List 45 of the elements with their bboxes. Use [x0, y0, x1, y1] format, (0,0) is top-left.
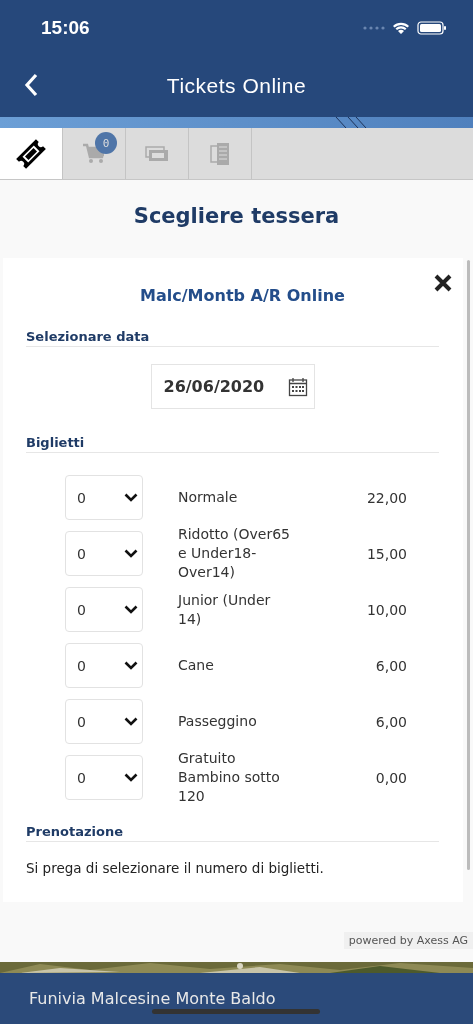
ticket-tab[interactable] [0, 128, 63, 179]
ticket-name: Normale [178, 488, 239, 507]
ticket-price: 6,00 [375, 713, 407, 730]
chevron-down-icon [124, 549, 138, 558]
quantity-select[interactable]: 0 [65, 699, 143, 744]
chevron-down-icon [124, 493, 138, 502]
powered-by-label: powered by Axess AG [343, 932, 473, 949]
card-title: Malc/Montb A/R Online [139, 286, 346, 305]
nav-title: Tickets Online [166, 74, 307, 98]
ticket-price: 22,00 [366, 489, 407, 506]
ticket-name: Junior (Under 14) [178, 590, 272, 629]
signal-icon [363, 24, 385, 31]
ticket-price: 15,00 [366, 545, 407, 562]
page-title: Scegliere tessera [132, 204, 341, 230]
receipt-icon [210, 141, 230, 166]
close-button[interactable] [434, 274, 452, 292]
ticket-price: 0,00 [375, 769, 407, 786]
quantity-select[interactable]: 0 [65, 587, 143, 632]
quantity-select[interactable]: 0 [65, 643, 143, 688]
section-heading: Prenotazione [26, 824, 439, 842]
calendar-icon [287, 376, 308, 397]
quantity-select[interactable]: 0 [65, 475, 143, 520]
ticket-name: Cane [178, 656, 215, 675]
ticket-name: Gratuito Bambino sotto 120 [178, 749, 281, 806]
quantity-select[interactable]: 0 [65, 755, 143, 800]
ticket-name: Ridotto (Over65 e Under18-Over14) [178, 525, 291, 582]
chevron-down-icon [124, 773, 138, 782]
company-name: Funivia Malcesine Monte Baldo [29, 989, 276, 1008]
section-heading: Selezionare data [26, 329, 439, 347]
wifi-icon [392, 20, 410, 35]
chevron-down-icon [124, 717, 138, 726]
chevron-down-icon [124, 661, 138, 670]
ticket-price: 6,00 [375, 657, 407, 674]
date-field[interactable]: 26/06/2020 [150, 364, 315, 409]
ticket-name: Passeggino [178, 712, 258, 731]
ticket-price: 10,00 [366, 601, 407, 618]
chevron-down-icon [124, 605, 138, 614]
quantity-select[interactable]: 0 [65, 531, 143, 576]
cart-count-badge: 0 [95, 132, 117, 154]
battery-icon [417, 20, 447, 35]
cards-icon [145, 145, 169, 162]
info-message: Si prega di selezionare il numero di biglietti. [26, 860, 325, 876]
back-button[interactable] [22, 71, 40, 99]
section-heading: Biglietti [26, 435, 439, 453]
status-time: 15:06 [41, 16, 90, 39]
